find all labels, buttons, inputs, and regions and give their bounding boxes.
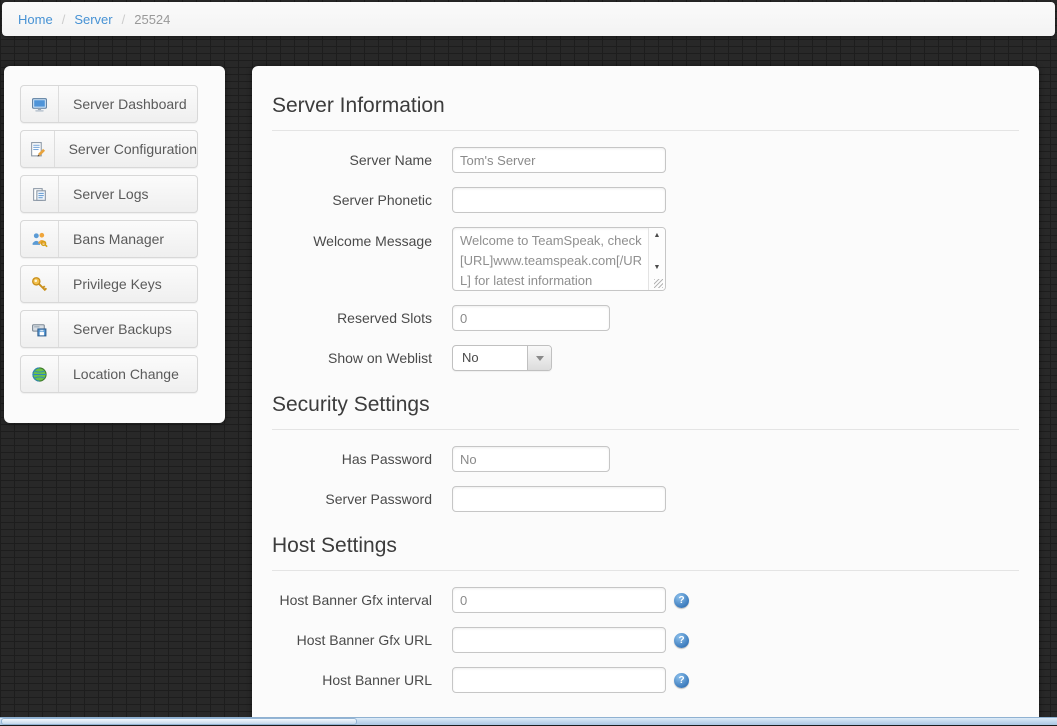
breadcrumb-separator: / — [62, 12, 66, 27]
host-banner-gfx-url-input[interactable] — [452, 627, 666, 653]
users-key-icon — [21, 221, 59, 257]
help-icon[interactable]: ? — [674, 633, 689, 648]
sidebar-item-server-configuration[interactable]: Server Configuration — [20, 130, 198, 168]
welcome-message-text: Welcome to TeamSpeak, check [URL]www.tea… — [460, 231, 644, 291]
horizontal-scrollbar[interactable] — [0, 717, 1057, 726]
monitor-icon — [21, 86, 59, 122]
help-icon[interactable]: ? — [674, 673, 689, 688]
section-divider — [272, 570, 1019, 571]
sidebar: Server Dashboard Server Configuration Se… — [4, 66, 225, 423]
host-banner-gfx-interval-input[interactable] — [452, 587, 666, 613]
section-title-host-settings: Host Settings — [272, 534, 1019, 558]
main-panel: Server Information Server Name Server Ph… — [252, 66, 1039, 726]
sidebar-item-server-dashboard[interactable]: Server Dashboard — [20, 85, 198, 123]
sidebar-item-server-logs[interactable]: Server Logs — [20, 175, 198, 213]
breadcrumb: Home / Server / 25524 — [2, 2, 1055, 36]
field-label-host-banner-gfx-interval: Host Banner Gfx interval — [272, 587, 432, 613]
welcome-message-textarea[interactable]: Welcome to TeamSpeak, check [URL]www.tea… — [452, 227, 666, 291]
breadcrumb-separator: / — [122, 12, 126, 27]
field-label-server-password: Server Password — [272, 486, 432, 512]
show-on-weblist-select[interactable]: No — [452, 345, 552, 371]
breadcrumb-link-server[interactable]: Server — [74, 12, 112, 27]
globe-icon — [21, 356, 59, 392]
select-selected-value: No — [453, 346, 527, 370]
logs-icon — [21, 176, 59, 212]
form-row-host-banner-gfx-url: Host Banner Gfx URL ? — [272, 627, 1019, 653]
field-label-reserved-slots: Reserved Slots — [272, 305, 432, 331]
host-banner-url-input[interactable] — [452, 667, 666, 693]
sidebar-item-label: Bans Manager — [59, 221, 164, 257]
field-label-host-banner-gfx-url: Host Banner Gfx URL — [272, 627, 432, 653]
resize-grip-icon[interactable] — [654, 279, 663, 288]
sidebar-item-label: Privilege Keys — [59, 266, 162, 302]
select-dropdown-button[interactable] — [527, 346, 551, 370]
sidebar-item-label: Server Dashboard — [59, 86, 187, 122]
form-row-server-name: Server Name — [272, 147, 1019, 173]
chevron-down-icon — [536, 356, 544, 361]
section-divider — [272, 130, 1019, 131]
scroll-down-icon[interactable]: ▼ — [649, 264, 665, 271]
sidebar-item-label: Server Configuration — [55, 131, 197, 167]
breadcrumb-link-home[interactable]: Home — [18, 12, 53, 27]
section-title-server-information: Server Information — [272, 94, 1019, 118]
field-label-welcome-message: Welcome Message — [272, 227, 432, 251]
field-label-has-password: Has Password — [272, 446, 432, 472]
field-label-host-banner-url: Host Banner URL — [272, 667, 432, 693]
field-label-show-on-weblist: Show on Weblist — [272, 345, 432, 371]
form-row-server-password: Server Password — [272, 486, 1019, 512]
help-icon[interactable]: ? — [674, 593, 689, 608]
sidebar-item-label: Server Backups — [59, 311, 172, 347]
field-label-server-name: Server Name — [272, 147, 432, 173]
scroll-up-icon[interactable]: ▲ — [649, 232, 665, 239]
form-row-host-banner-gfx-interval: Host Banner Gfx interval ? — [272, 587, 1019, 613]
sidebar-item-label: Server Logs — [59, 176, 148, 212]
reserved-slots-input[interactable] — [452, 305, 610, 331]
has-password-input[interactable] — [452, 446, 610, 472]
form-row-has-password: Has Password — [272, 446, 1019, 472]
section-title-security-settings: Security Settings — [272, 393, 1019, 417]
form-row-reserved-slots: Reserved Slots — [272, 305, 1019, 331]
sidebar-item-privilege-keys[interactable]: Privilege Keys — [20, 265, 198, 303]
sidebar-item-server-backups[interactable]: Server Backups — [20, 310, 198, 348]
server-password-input[interactable] — [452, 486, 666, 512]
section-divider — [272, 429, 1019, 430]
server-phonetic-input[interactable] — [452, 187, 666, 213]
breadcrumb-current-page: 25524 — [134, 12, 170, 27]
sidebar-item-location-change[interactable]: Location Change — [20, 355, 198, 393]
form-row-welcome-message: Welcome Message Welcome to TeamSpeak, ch… — [272, 227, 1019, 291]
form-row-show-on-weblist: Show on Weblist No — [272, 345, 1019, 371]
sidebar-item-bans-manager[interactable]: Bans Manager — [20, 220, 198, 258]
key-icon — [21, 266, 59, 302]
document-edit-icon — [21, 131, 55, 167]
horizontal-scrollbar-thumb[interactable] — [1, 718, 357, 725]
server-name-input[interactable] — [452, 147, 666, 173]
field-label-server-phonetic: Server Phonetic — [272, 187, 432, 213]
form-row-host-banner-url: Host Banner URL ? — [272, 667, 1019, 693]
form-row-server-phonetic: Server Phonetic — [272, 187, 1019, 213]
backup-disk-icon — [21, 311, 59, 347]
sidebar-item-label: Location Change — [59, 356, 179, 392]
